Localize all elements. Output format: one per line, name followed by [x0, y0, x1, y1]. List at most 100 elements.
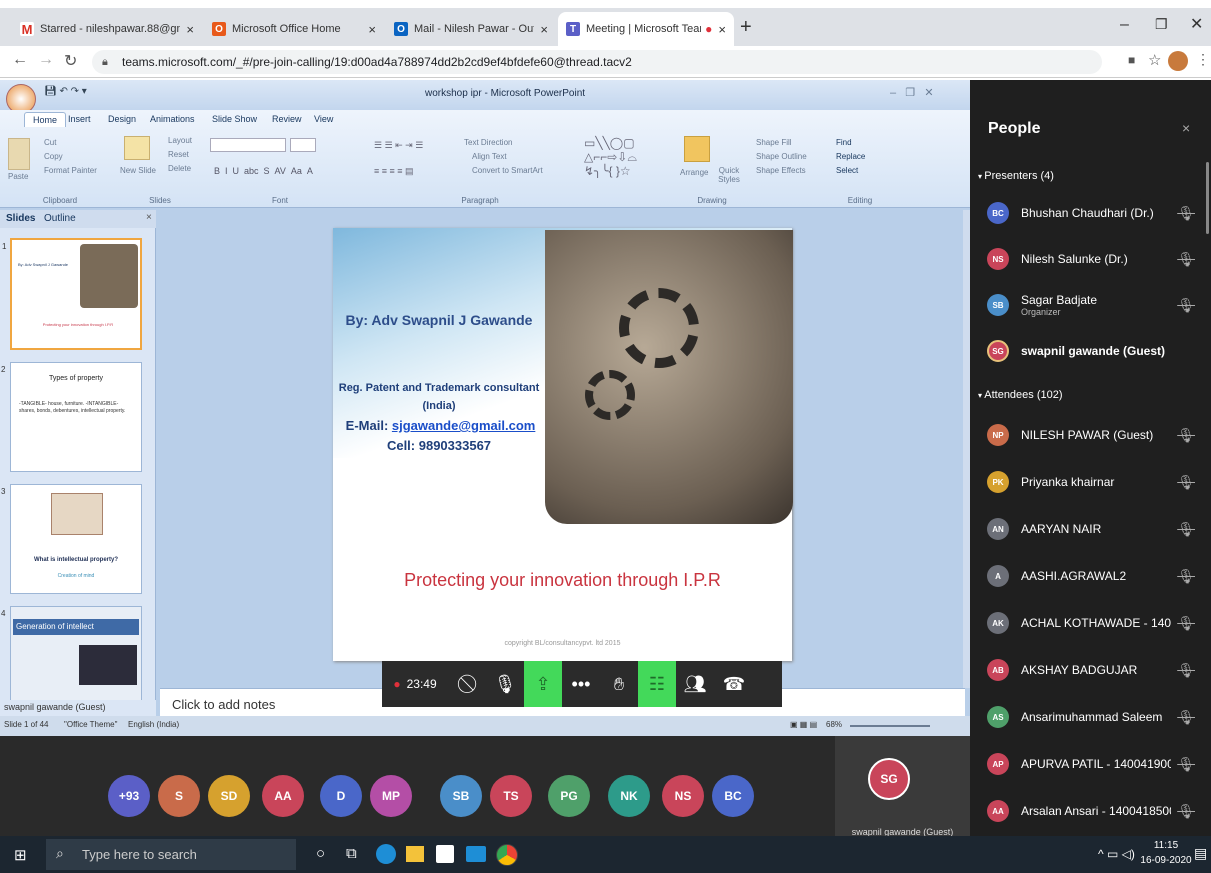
format-painter-button[interactable]: Format Painter [44, 166, 97, 175]
cortana-icon[interactable]: ○ [316, 845, 325, 862]
more-actions-button[interactable]: ••• [562, 661, 600, 707]
select-button[interactable]: Select [836, 166, 858, 175]
shape-effects-button[interactable]: Shape Effects [756, 166, 806, 175]
close-tab-icon[interactable]: × [368, 22, 376, 37]
font-name-select[interactable] [210, 138, 286, 152]
ribbon-tab-insert[interactable]: Insert [68, 114, 91, 124]
ribbon-tab-review[interactable]: Review [272, 114, 302, 124]
task-view-icon[interactable]: ⧉ [346, 845, 357, 862]
hang-up-button[interactable]: ☎︎ [714, 661, 754, 707]
profile-avatar[interactable] [1168, 51, 1188, 71]
menu-icon[interactable]: ⋮ [1196, 51, 1210, 68]
participant-avatar[interactable]: D [320, 775, 362, 817]
presenters-header[interactable]: ▾ Presenters (4) [978, 170, 1054, 182]
camera-off-button[interactable]: 🚫︎ [448, 661, 486, 707]
ribbon-tab-home[interactable]: Home [24, 112, 67, 127]
ribbon-tab-animations[interactable]: Animations [150, 114, 195, 124]
participant-avatar[interactable]: NS [662, 775, 704, 817]
participant-row[interactable]: AP APURVA PATIL - 14004190025 🎙︎ [970, 742, 1211, 786]
vertical-scrollbar[interactable] [963, 210, 970, 688]
arrange-button[interactable]: Arrange [680, 168, 708, 177]
find-button[interactable]: Find [836, 138, 852, 147]
new-slide-button[interactable]: New Slide [118, 166, 158, 175]
restore-icon[interactable]: ❐ [1155, 16, 1168, 33]
pane-tab-slides[interactable]: Slides [6, 213, 35, 224]
list-buttons[interactable]: ☰ ☰ ⇤ ⇥ ☰ [374, 140, 423, 151]
tab-office[interactable]: O Microsoft Office Home × [204, 12, 384, 46]
participant-row[interactable]: BC Bhushan Chaudhari (Dr.) 🎙︎ [970, 191, 1211, 235]
minimize-icon[interactable]: – [1120, 16, 1129, 34]
clock-date[interactable]: 16-09-2020 [1140, 855, 1192, 866]
participant-row[interactable]: AA Arsalan Ansari - 14004185001 🎙︎ [970, 789, 1211, 833]
participant-avatar[interactable]: NK [608, 775, 650, 817]
arrange-icon[interactable] [684, 136, 710, 162]
edge-icon[interactable] [376, 844, 396, 864]
participant-row[interactable]: PK Priyanka khairnar 🎙︎ [970, 460, 1211, 504]
participant-avatar[interactable]: +93 [108, 775, 150, 817]
close-pane-icon[interactable]: × [146, 212, 152, 223]
tab-outlook[interactable]: O Mail - Nilesh Pawar - Outlook × [386, 12, 556, 46]
star-icon[interactable]: ☆ [1148, 51, 1161, 69]
chrome-icon[interactable] [496, 844, 518, 866]
participant-row[interactable]: AK ACHAL KOTHAWADE - 1400... 🎙︎ [970, 601, 1211, 645]
align-text-button[interactable]: Align Text [472, 152, 507, 161]
ribbon-tab-view[interactable]: View [314, 114, 333, 124]
camera-permission-icon[interactable]: ■ [1128, 53, 1135, 67]
reset-button[interactable]: Reset [168, 150, 189, 159]
participant-row[interactable]: AS Ansarimuhammad Saleem 🎙︎ [970, 695, 1211, 739]
cut-button[interactable]: Cut [44, 138, 56, 147]
shape-fill-button[interactable]: Shape Fill [756, 138, 792, 147]
delete-button[interactable]: Delete [168, 164, 191, 173]
people-button[interactable]: 👥︎ [676, 661, 714, 707]
taskbar-search-box[interactable]: ⌕ Type here to search [46, 839, 296, 870]
participant-avatar[interactable]: S [158, 775, 200, 817]
replace-button[interactable]: Replace [836, 152, 865, 161]
font-size-select[interactable] [290, 138, 316, 152]
participant-avatar[interactable]: TS [490, 775, 532, 817]
back-icon[interactable]: ← [12, 51, 28, 69]
mic-off-button[interactable]: 🎙︎ [486, 661, 524, 707]
zoom-level[interactable]: 68% [826, 720, 842, 729]
participant-row[interactable]: AB AKSHAY BADGUJAR 🎙︎ [970, 648, 1211, 692]
layout-button[interactable]: Layout [168, 136, 192, 145]
file-explorer-icon[interactable] [406, 846, 424, 862]
share-button[interactable]: ⇪ [524, 661, 562, 707]
copy-button[interactable]: Copy [44, 152, 63, 161]
attendees-header[interactable]: ▾ Attendees (102) [978, 389, 1063, 401]
store-icon[interactable] [436, 845, 454, 863]
participant-avatar[interactable]: SB [440, 775, 482, 817]
clock-time[interactable]: 11:15 [1144, 840, 1188, 851]
participant-row[interactable]: NS Nilesh Salunke (Dr.) 🎙︎ [970, 237, 1211, 281]
font-format-buttons[interactable]: B I U abc S AV Aa A [214, 166, 313, 176]
tab-teams[interactable]: T Meeting | Microsoft Teams ● × [558, 12, 734, 46]
close-tab-icon[interactable]: × [718, 22, 726, 37]
pane-tab-outline[interactable]: Outline [44, 213, 76, 224]
participant-row[interactable]: A AASHI.AGRAWAL2 🎙︎ [970, 554, 1211, 598]
participant-avatar[interactable]: BC [712, 775, 754, 817]
participant-avatar[interactable]: MP [370, 775, 412, 817]
shape-outline-button[interactable]: Shape Outline [756, 152, 807, 161]
participant-row[interactable]: AN AARYAN NAIR 🎙︎ [970, 507, 1211, 551]
notifications-icon[interactable]: ▤ [1194, 845, 1207, 862]
tray-icons[interactable]: ^ ▭ ◁) [1098, 847, 1135, 861]
close-window-icon[interactable]: ✕ [1190, 14, 1203, 34]
ribbon-tab-design[interactable]: Design [108, 114, 136, 124]
url-field[interactable]: 🔒︎ teams.microsoft.com/_#/pre-join-calli… [92, 50, 1102, 74]
participant-row[interactable]: SB Sagar Badjate Organizer 🎙︎ [970, 283, 1211, 327]
participant-avatar[interactable]: SD [208, 775, 250, 817]
forward-icon[interactable]: → [38, 51, 54, 69]
smartart-button[interactable]: Convert to SmartArt [472, 166, 543, 175]
slide-thumb-3[interactable]: 3 What is intellectual property? Creatio… [1, 484, 142, 594]
new-slide-icon[interactable] [124, 136, 150, 160]
raise-hand-button[interactable]: ✋︎ [600, 661, 638, 707]
participant-avatar[interactable]: SG [868, 758, 910, 800]
align-buttons[interactable]: ≡ ≡ ≡ ≡ ▤ [374, 166, 414, 177]
ribbon-tab-slideshow[interactable]: Slide Show [212, 114, 257, 124]
email-link[interactable]: sjgawande@gmail.com [392, 418, 535, 433]
slide-thumb-2[interactable]: 2 Types of property -TANGIBLE- house, fu… [1, 362, 142, 472]
participant-avatar[interactable]: AA [262, 775, 304, 817]
tab-gmail[interactable]: M Starred - nileshpawar.88@gmail. × [12, 12, 202, 46]
reload-icon[interactable]: ↻ [64, 51, 77, 71]
paste-icon[interactable] [8, 138, 30, 170]
windows-start-icon[interactable]: ⊞ [14, 846, 27, 864]
